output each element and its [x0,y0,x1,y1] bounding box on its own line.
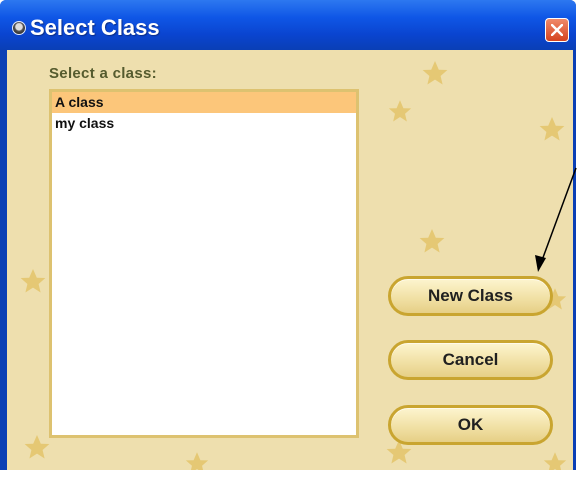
annotation-arrow [535,167,577,272]
